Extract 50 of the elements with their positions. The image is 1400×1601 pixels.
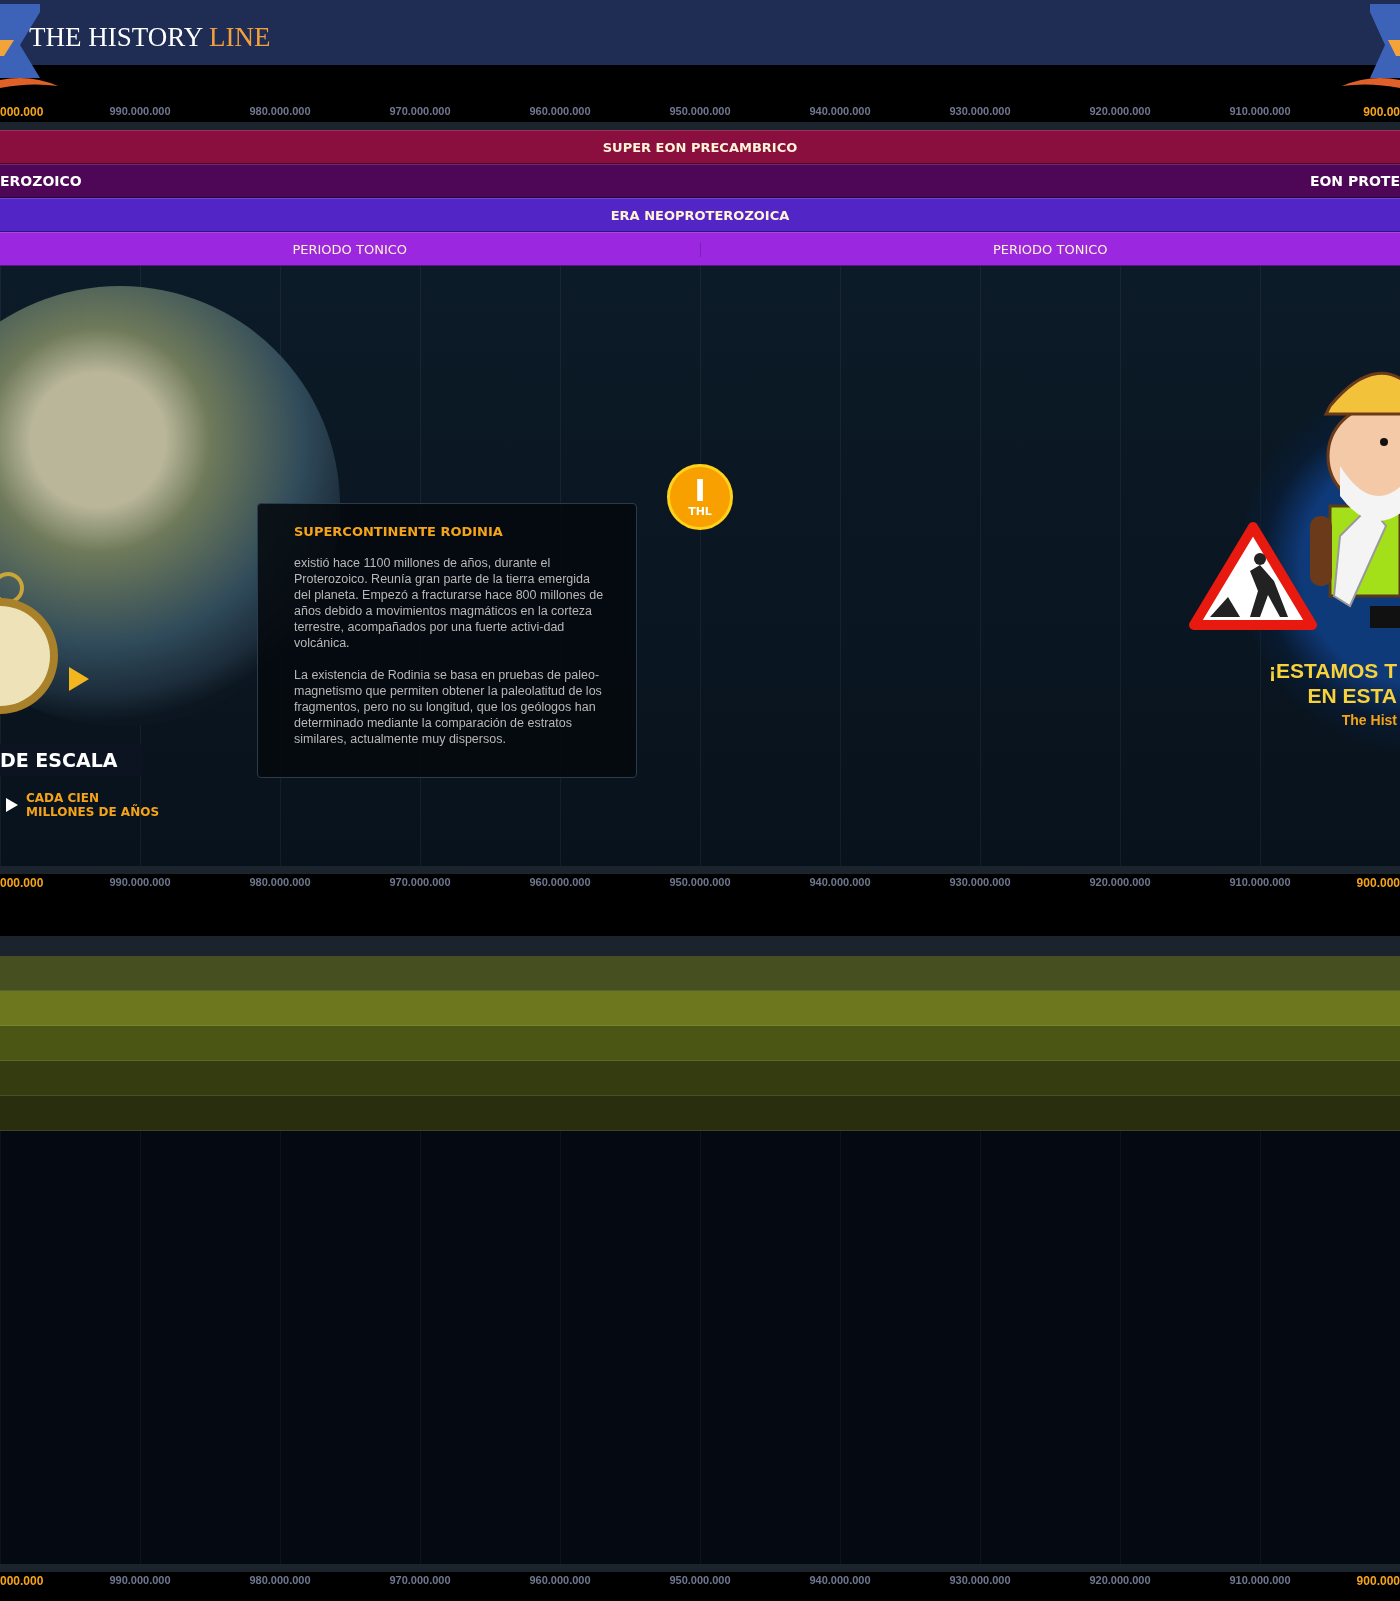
year-label: 980.000.000: [248, 1574, 312, 1588]
year-label: 940.000.000: [808, 1574, 872, 1588]
roadwork-sign-icon: [1188, 521, 1318, 631]
year-label: 970.000.000: [388, 1574, 452, 1588]
year-label: 940.000.000: [808, 105, 872, 119]
year-label: 000.000: [0, 105, 45, 119]
year-label: 910.000.000: [1228, 105, 1292, 119]
year-label: 000.000: [0, 876, 45, 890]
year-label: 950.000.000: [668, 1574, 732, 1588]
year-label: 950.000.000: [668, 105, 732, 119]
year-label: 980.000.000: [248, 876, 312, 890]
year-label: 920.000.000: [1088, 1574, 1152, 1588]
year-label: 960.000.000: [528, 876, 592, 890]
year-label: 980.000.000: [248, 105, 312, 119]
year-label: 960.000.000: [528, 105, 592, 119]
band-label[interactable]: EROZOICO: [0, 173, 82, 189]
year-label: 990.000.000: [108, 1574, 172, 1588]
band-label[interactable]: SUPER EON PRECAMBRICO: [602, 139, 798, 155]
scale-link[interactable]: CADA CIEN MILLONES DE AÑOS: [26, 791, 161, 820]
play-icon[interactable]: [6, 798, 18, 813]
year-label: 930.000.000: [948, 105, 1012, 119]
year-label: 990.000.000: [108, 876, 172, 890]
year-label: 930.000.000: [948, 1574, 1012, 1588]
year-label: 990.000.000: [108, 105, 172, 119]
year-label: 970.000.000: [388, 876, 452, 890]
scale-title: DE ESCALA: [0, 744, 143, 776]
year-label: 930.000.000: [948, 876, 1012, 890]
card-paragraph: existió hace 1100 millones de años, durante el Proterozoico. Reunía gran parte de la tierra emergida del planeta. Empezó a fracturarse hace 800 millones de años debido a movimientos magmáticos en la corteza terrestre, acompañados por una fuerte activi-dad volcánica.: [294, 555, 605, 651]
year-label: 910.000.000: [1228, 1574, 1292, 1588]
year-label: 910.000.000: [1228, 876, 1292, 890]
play-icon[interactable]: [69, 667, 89, 691]
card-paragraph: La existencia de Rodinia se basa en pruebas de paleo-magnetismo que permiten obtener la paleolatitud de los fragmentos, pero no su longitud, que los geólogos han determinado mediante la comparación de estratos similares, actualmente muy dispersos.: [294, 667, 603, 747]
band-label[interactable]: PERIODO TONICO: [992, 241, 1108, 257]
band-label[interactable]: EON PROTE: [1309, 173, 1400, 189]
year-label: 000.000: [0, 1574, 45, 1588]
notice-signature: The Hist: [1341, 712, 1397, 728]
site-logo[interactable]: THE HISTORY LINE: [29, 22, 271, 53]
notice-heading: ¡ESTAMOS T EN ESTA: [1269, 658, 1397, 708]
year-label: 900.00: [1362, 105, 1400, 119]
year-label: 960.000.000: [528, 1574, 592, 1588]
year-label: 920.000.000: [1088, 105, 1152, 119]
year-label: 940.000.000: [808, 876, 872, 890]
card-title: SUPERCONTINENTE RODINIA: [294, 524, 504, 539]
band-label[interactable]: PERIODO TONICO: [292, 241, 408, 257]
year-label: 920.000.000: [1088, 876, 1152, 890]
band-label[interactable]: ERA NEOPROTEROZOICA: [610, 207, 790, 223]
year-label: 950.000.000: [668, 876, 732, 890]
year-label: 900.000: [1355, 876, 1400, 890]
year-label: 900.000: [1355, 1574, 1400, 1588]
year-label: 970.000.000: [388, 105, 452, 119]
